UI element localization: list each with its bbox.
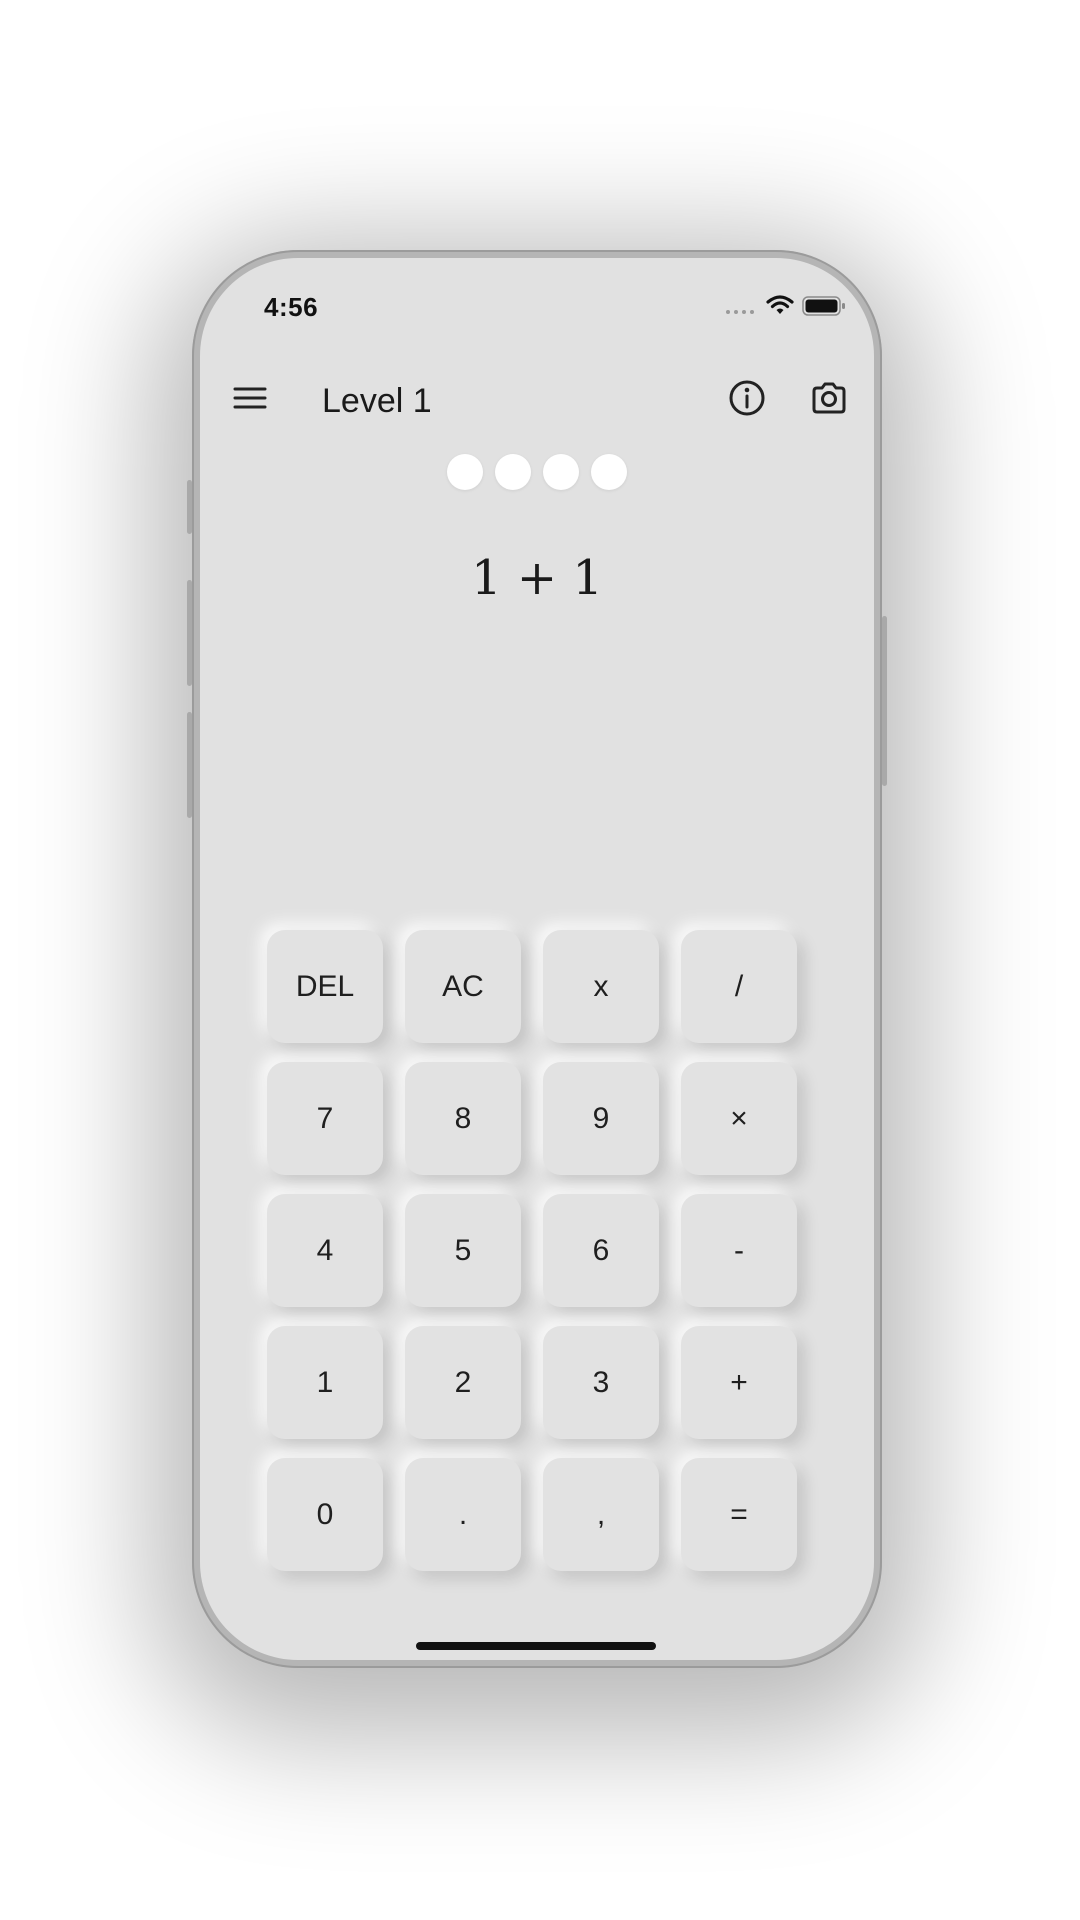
- status-bar: 4:56: [200, 258, 874, 338]
- key-button[interactable]: /: [681, 930, 797, 1043]
- key-button[interactable]: ,: [543, 1458, 659, 1571]
- key-button[interactable]: 2: [405, 1326, 521, 1439]
- math-expression: 1 + 1: [471, 550, 603, 606]
- level-title: Level 1: [322, 382, 432, 420]
- key-button[interactable]: 1: [267, 1326, 383, 1439]
- device-stage: 4:56 Level 1 1 + 1 DEL AC x / 7 8 9 × 4 …: [0, 0, 1080, 1920]
- progress-dot: [543, 454, 579, 490]
- mute-switch: [187, 480, 192, 534]
- wifi-icon: [766, 295, 794, 314]
- key-button[interactable]: x: [543, 930, 659, 1043]
- progress-dot: [495, 454, 531, 490]
- key-button[interactable]: 4: [267, 1194, 383, 1307]
- power-button: [882, 616, 887, 786]
- key-button[interactable]: .: [405, 1458, 521, 1571]
- key-button[interactable]: 9: [543, 1062, 659, 1175]
- hamburger-menu-icon[interactable]: [232, 380, 268, 416]
- key-button[interactable]: 8: [405, 1062, 521, 1175]
- key-button[interactable]: -: [681, 1194, 797, 1307]
- camera-icon[interactable]: [809, 378, 849, 418]
- key-button[interactable]: 0: [267, 1458, 383, 1571]
- calculator-keypad: DEL AC x/ 7 8 9 × 4 5 6- 1 2 3 +0., =: [267, 930, 797, 1571]
- app-screen: 4:56 Level 1 1 + 1 DEL AC x / 7 8 9 × 4 …: [200, 258, 874, 1660]
- key-button[interactable]: 6: [543, 1194, 659, 1307]
- volume-up-button: [187, 580, 192, 686]
- key-button[interactable]: =: [681, 1458, 797, 1571]
- info-icon[interactable]: [727, 378, 767, 418]
- status-time: 4:56: [264, 292, 319, 322]
- progress-dot: [591, 454, 627, 490]
- key-button[interactable]: 7: [267, 1062, 383, 1175]
- key-button[interactable]: 3: [543, 1326, 659, 1439]
- phone-frame: 4:56 Level 1 1 + 1 DEL AC x / 7 8 9 × 4 …: [187, 250, 887, 1668]
- key-button[interactable]: ×: [681, 1062, 797, 1175]
- volume-down-button: [187, 712, 192, 818]
- progress-dots: [200, 454, 874, 490]
- key-button[interactable]: AC: [405, 930, 521, 1043]
- key-button[interactable]: 5: [405, 1194, 521, 1307]
- home-indicator[interactable]: [416, 1642, 656, 1650]
- key-button[interactable]: DEL: [267, 930, 383, 1043]
- battery-icon: [802, 296, 845, 316]
- app-bar: Level 1: [200, 358, 874, 438]
- progress-dot: [447, 454, 483, 490]
- key-button[interactable]: +: [681, 1326, 797, 1439]
- cellular-signal-icon: [726, 310, 754, 314]
